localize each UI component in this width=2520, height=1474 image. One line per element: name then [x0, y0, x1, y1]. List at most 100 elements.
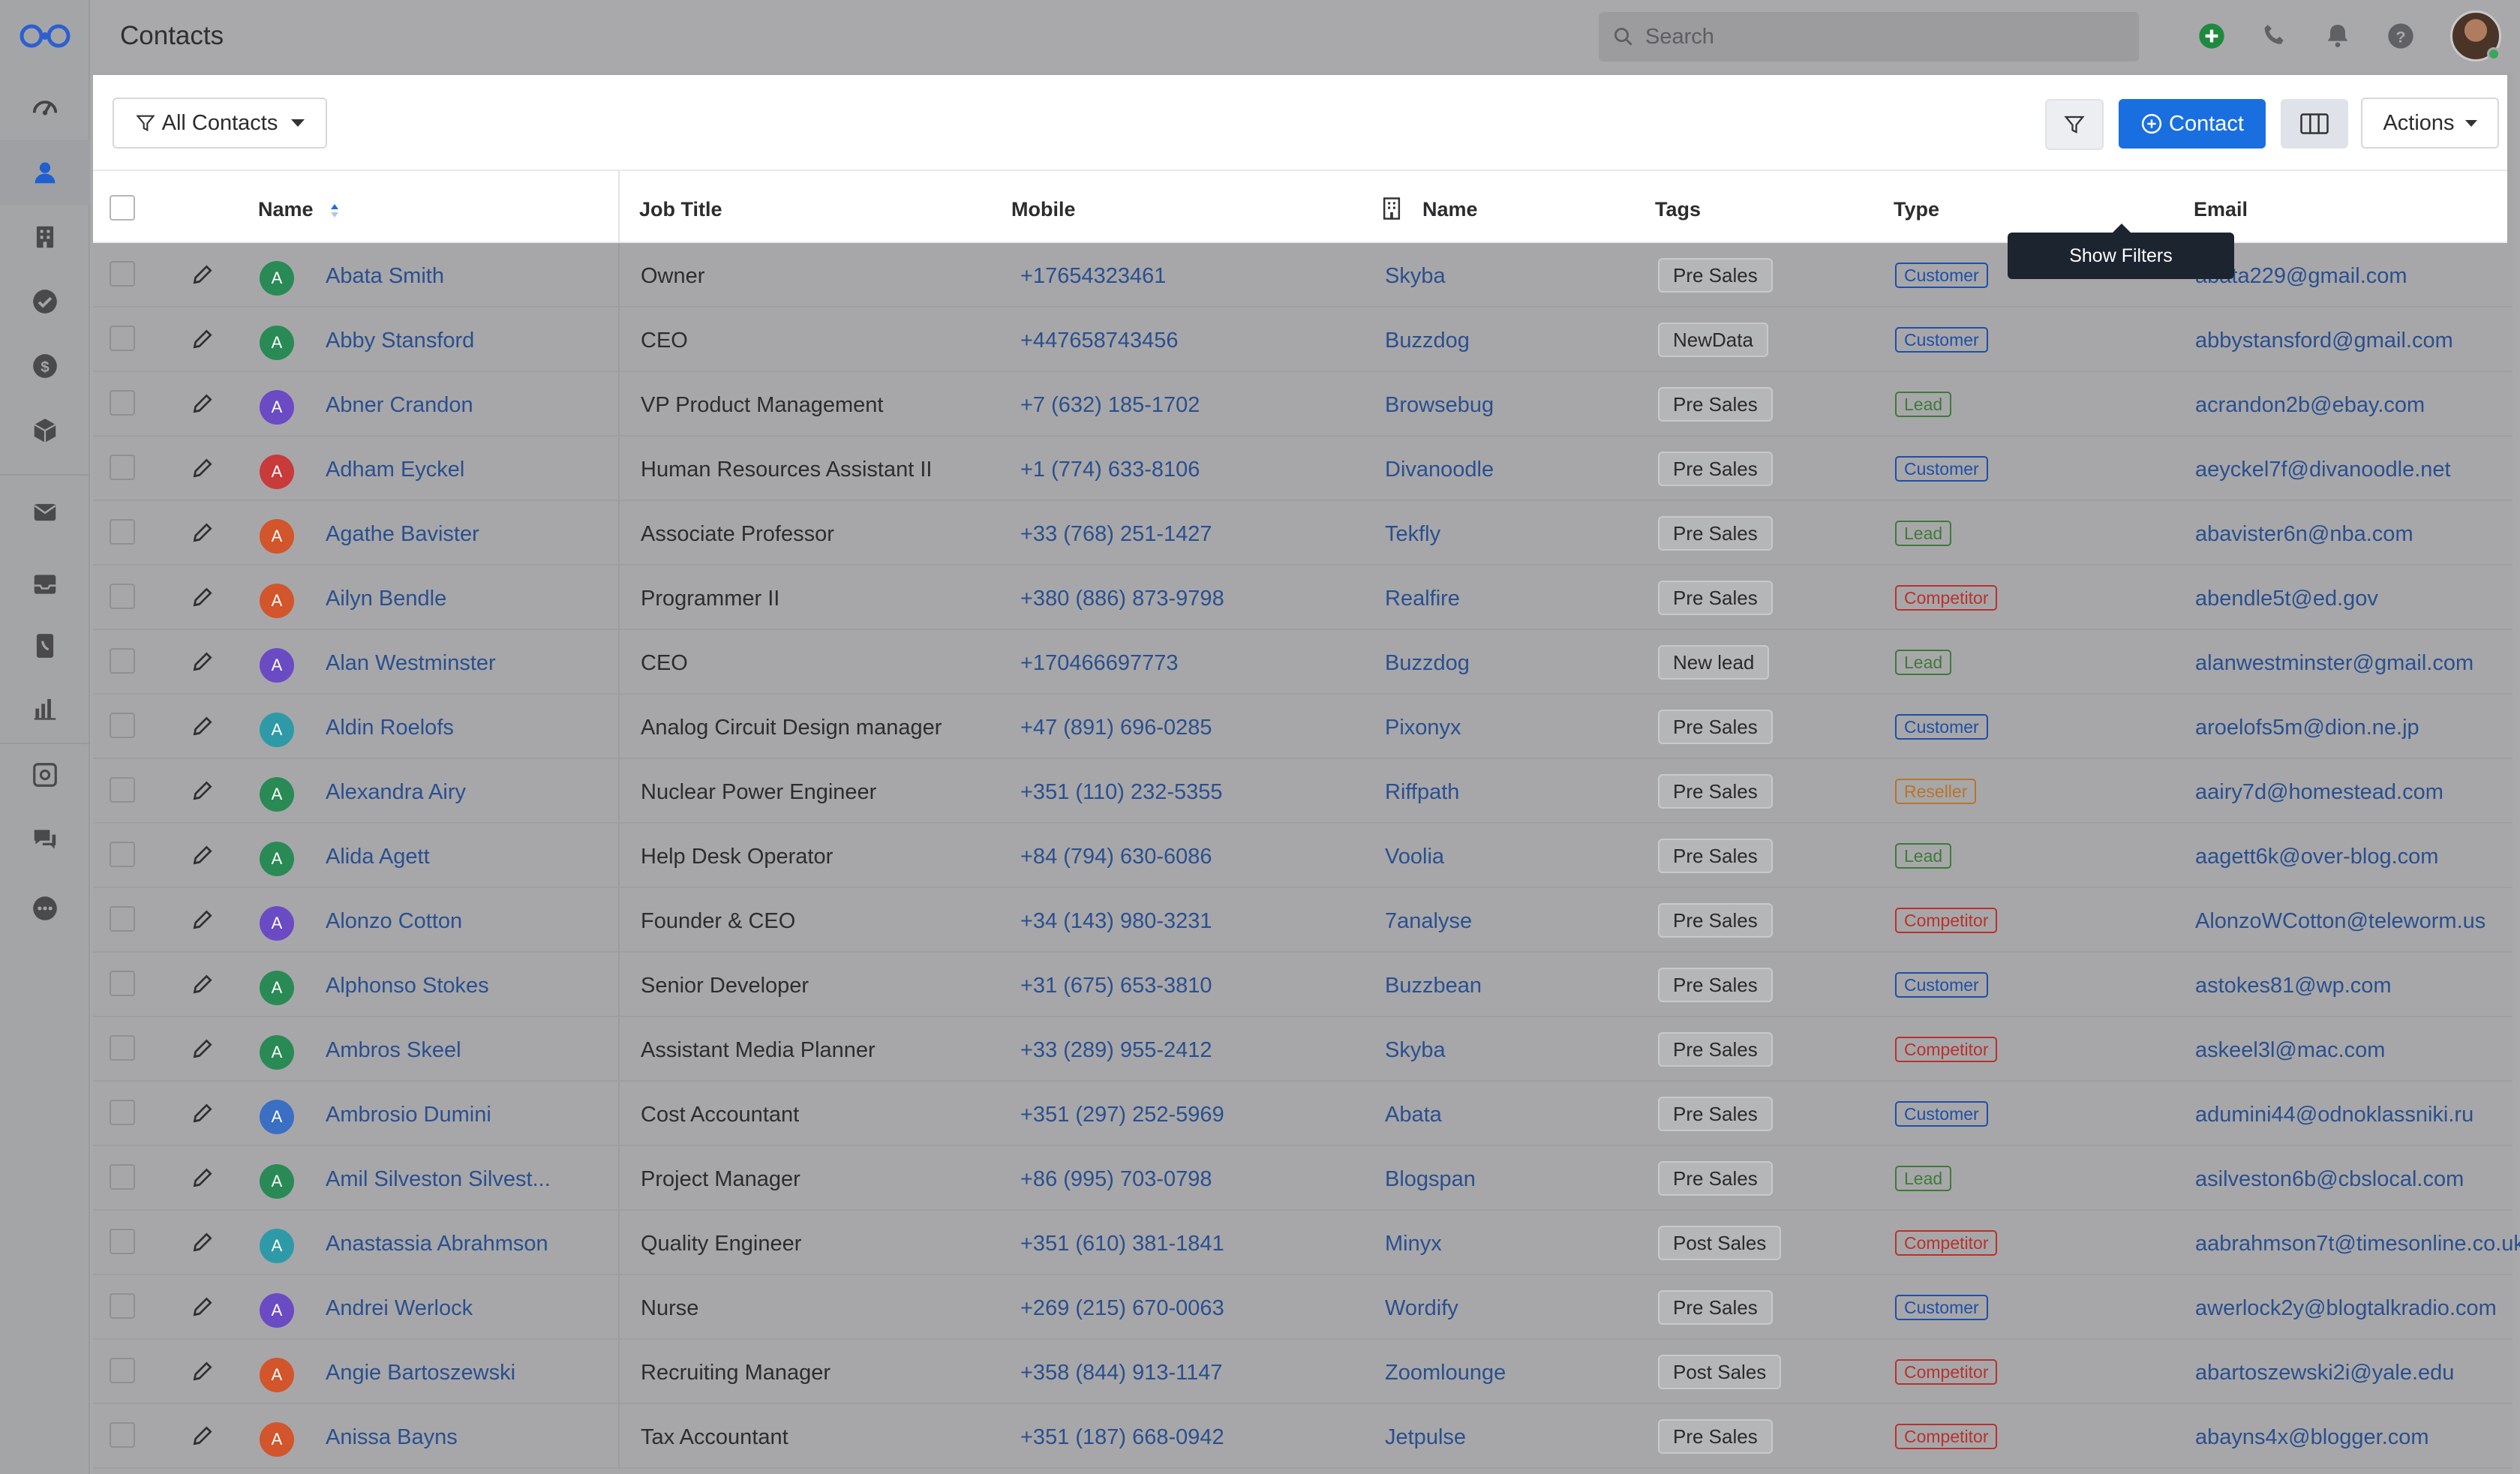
contact-name-link[interactable]: Amil Silveston Silvest... — [326, 1167, 551, 1192]
mobile-link[interactable]: +380 (886) 873-9798 — [1020, 587, 1224, 611]
row-checkbox[interactable] — [110, 842, 135, 867]
table-row[interactable]: A Ailyn Bendle Programmer II +380 (886) 873… — [93, 566, 2512, 630]
row-checkbox[interactable] — [110, 1422, 135, 1448]
company-name-link[interactable]: Pixonyx — [1385, 716, 1461, 740]
mobile-link[interactable]: +34 (143) 980-3231 — [1020, 909, 1212, 934]
company-name-link[interactable]: 7analyse — [1385, 909, 1472, 934]
table-row[interactable]: A Ambros Skeel Assistant Media Planner +33 … — [93, 1017, 2512, 1082]
row-checkbox[interactable] — [110, 261, 135, 287]
table-row[interactable]: A Amil Silveston Silvest... Project Manage… — [93, 1146, 2512, 1211]
company-name-link[interactable]: Skyba — [1385, 1038, 1446, 1063]
column-header-tags[interactable]: Tags — [1655, 198, 1701, 221]
column-header-company-name[interactable]: Name — [1422, 198, 1478, 221]
email-link[interactable]: aeyckel7f@divanoodle.net — [2195, 458, 2451, 482]
email-link[interactable]: acrandon2b@ebay.com — [2195, 393, 2425, 418]
email-link[interactable]: abavister6n@nba.com — [2195, 522, 2413, 547]
mobile-link[interactable]: +269 (215) 670-0063 — [1020, 1296, 1224, 1321]
company-name-link[interactable]: Buzzbean — [1385, 974, 1482, 998]
mobile-link[interactable]: +86 (995) 703-0798 — [1020, 1167, 1212, 1192]
email-link[interactable]: abayns4x@blogger.com — [2195, 1425, 2429, 1450]
view-selector-dropdown[interactable]: All Contacts — [113, 98, 327, 149]
contact-name-link[interactable]: Abner Crandon — [326, 393, 473, 418]
table-row[interactable]: A Alphonso Stokes Senior Developer +31 (675… — [93, 953, 2512, 1017]
edit-pencil-icon[interactable] — [191, 972, 215, 996]
edit-pencil-icon[interactable] — [191, 327, 215, 351]
contact-name-link[interactable]: Anissa Bayns — [326, 1425, 458, 1450]
company-name-link[interactable]: Jetpulse — [1385, 1425, 1466, 1450]
company-name-link[interactable]: Realfire — [1385, 587, 1460, 611]
show-filters-button[interactable] — [2045, 99, 2104, 150]
contact-name-link[interactable]: Adham Eyckel — [326, 458, 464, 482]
edit-pencil-icon[interactable] — [191, 1037, 215, 1061]
contact-name-link[interactable]: Abata Smith — [326, 264, 444, 289]
contact-name-link[interactable]: Alonzo Cotton — [326, 909, 462, 934]
company-name-link[interactable]: Buzzdog — [1385, 651, 1470, 676]
table-row[interactable]: A Abby Stansford CEO +447658743456 Buzzdog Ne… — [93, 308, 2512, 372]
nav-email[interactable] — [0, 480, 90, 545]
contact-name-link[interactable]: Agathe Bavister — [326, 522, 479, 547]
contact-name-link[interactable]: Anastassia Abrahmson — [326, 1232, 548, 1256]
email-link[interactable]: abendle5t@ed.gov — [2195, 587, 2378, 611]
edit-pencil-icon[interactable] — [191, 456, 215, 480]
edit-pencil-icon[interactable] — [191, 843, 215, 867]
company-name-link[interactable]: Abata — [1385, 1103, 1442, 1127]
edit-pencil-icon[interactable] — [191, 1101, 215, 1125]
row-checkbox[interactable] — [110, 1229, 135, 1254]
email-link[interactable]: aairy7d@homestead.com — [2195, 780, 2443, 805]
contact-name-link[interactable]: Alan Westminster — [326, 651, 496, 676]
company-name-link[interactable]: Divanoodle — [1385, 458, 1494, 482]
mobile-link[interactable]: +7 (632) 185-1702 — [1020, 393, 1200, 418]
table-row[interactable]: A Alan Westminster CEO +170466697773 Buzzdog… — [93, 630, 2512, 695]
company-name-link[interactable]: Zoomlounge — [1385, 1361, 1506, 1385]
nav-dashboard[interactable] — [0, 76, 90, 140]
mobile-link[interactable]: +47 (891) 696-0285 — [1020, 716, 1212, 740]
row-checkbox[interactable] — [110, 1293, 135, 1319]
global-search[interactable] — [1599, 12, 2139, 62]
table-row[interactable]: A Angie Bartoszewski Recruiting Manager +35… — [93, 1340, 2512, 1404]
company-name-link[interactable]: Riffpath — [1385, 780, 1459, 805]
contact-name-link[interactable]: Aldin Roelofs — [326, 716, 454, 740]
mobile-link[interactable]: +447658743456 — [1020, 329, 1178, 353]
table-row[interactable]: A Alexandra Airy Nuclear Power Engineer +35… — [93, 759, 2512, 824]
table-row[interactable]: A Abner Crandon VP Product Management +7 (6… — [93, 372, 2512, 437]
row-checkbox[interactable] — [110, 455, 135, 480]
row-checkbox[interactable] — [110, 1164, 135, 1190]
edit-pencil-icon[interactable] — [191, 1424, 215, 1448]
column-header-email[interactable]: Email — [2194, 198, 2248, 221]
user-avatar[interactable] — [2450, 11, 2501, 62]
edit-pencil-icon[interactable] — [191, 1295, 215, 1319]
row-checkbox[interactable] — [110, 584, 135, 609]
app-logo-icon[interactable] — [18, 23, 72, 50]
email-link[interactable]: abbystansford@gmail.com — [2195, 329, 2453, 353]
company-name-link[interactable]: Wordify — [1385, 1296, 1458, 1321]
help-icon[interactable]: ? — [2386, 21, 2416, 51]
table-row[interactable]: A Anissa Bayns Tax Accountant +351 (187) 66… — [93, 1404, 2512, 1469]
email-link[interactable]: aabrahmson7t@timesonline.co.uk — [2195, 1232, 2520, 1256]
column-header-name[interactable]: Name — [258, 198, 340, 221]
actions-dropdown[interactable]: Actions — [2361, 98, 2499, 149]
company-name-link[interactable]: Blogspan — [1385, 1167, 1476, 1192]
column-header-type[interactable]: Type — [1894, 198, 1939, 221]
table-row[interactable]: A Adham Eyckel Human Resources Assistant I… — [93, 437, 2512, 501]
search-input[interactable] — [1645, 24, 2125, 50]
contact-name-link[interactable]: Ambrosio Dumini — [326, 1103, 491, 1127]
row-checkbox[interactable] — [110, 390, 135, 416]
row-checkbox[interactable] — [110, 1100, 135, 1125]
edit-pencil-icon[interactable] — [191, 650, 215, 674]
table-row[interactable]: A Andrei Werlock Nurse +269 (215) 670-0063 W… — [93, 1275, 2512, 1340]
nav-companies[interactable] — [0, 205, 90, 269]
email-link[interactable]: adumini44@odnoklassniki.ru — [2195, 1103, 2473, 1127]
email-link[interactable]: aagett6k@over-blog.com — [2195, 845, 2438, 869]
email-link[interactable]: awerlock2y@blogtalkradio.com — [2195, 1296, 2497, 1321]
nav-chat[interactable] — [0, 807, 90, 872]
table-row[interactable]: A Alida Agett Help Desk Operator +84 (794) … — [93, 824, 2512, 888]
bell-icon[interactable] — [2323, 21, 2353, 51]
mobile-link[interactable]: +170466697773 — [1020, 651, 1178, 676]
mobile-link[interactable]: +33 (768) 251-1427 — [1020, 522, 1212, 547]
edit-pencil-icon[interactable] — [191, 779, 215, 803]
nav-integrations[interactable] — [0, 743, 90, 807]
table-row[interactable]: A Alonzo Cotton Founder & CEO +34 (143) 980… — [93, 888, 2512, 953]
mobile-link[interactable]: +84 (794) 630-6086 — [1020, 845, 1212, 869]
nav-contacts[interactable] — [0, 140, 90, 205]
table-row[interactable]: A Anastassia Abrahmson Quality Engineer +35… — [93, 1211, 2520, 1275]
